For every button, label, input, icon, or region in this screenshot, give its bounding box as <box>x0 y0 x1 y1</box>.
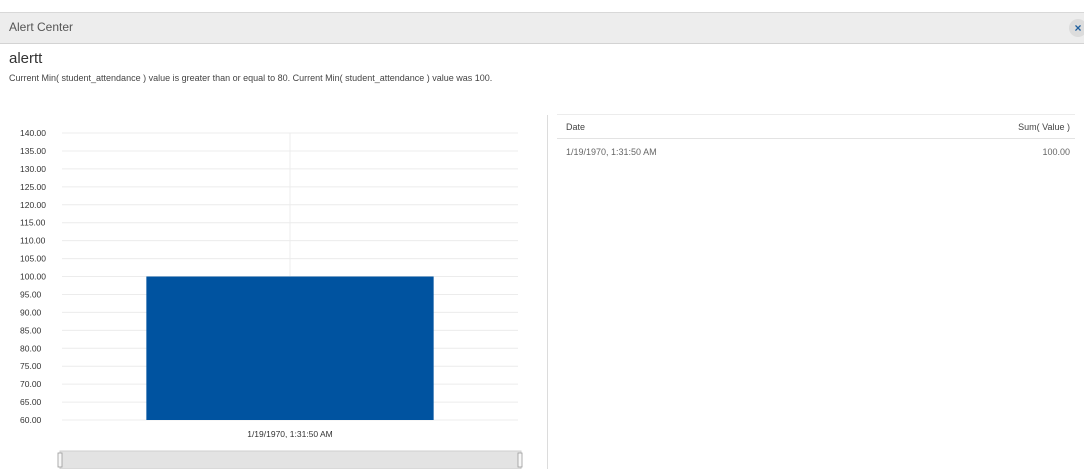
column-header-sum[interactable]: Sum( Value ) <box>1018 122 1070 132</box>
y-tick-label: 115.00 <box>20 218 46 228</box>
y-tick-label: 130.00 <box>20 164 46 174</box>
y-tick-label: 90.00 <box>20 307 42 317</box>
y-tick-label: 120.00 <box>20 200 46 210</box>
table-cell-date: 1/19/1970, 1:31:50 AM <box>566 147 657 157</box>
y-tick-label: 125.00 <box>20 182 46 192</box>
column-header-date[interactable]: Date <box>566 122 585 132</box>
y-tick-label: 135.00 <box>20 146 46 156</box>
window-header: Alert Center × <box>0 13 1084 44</box>
panel-divider <box>547 115 548 469</box>
table-top-line <box>557 114 1075 115</box>
top-border <box>0 0 1084 13</box>
scrollbar-right-handle[interactable] <box>517 452 523 468</box>
y-tick-label: 110.00 <box>20 236 46 246</box>
bar-chart: 140.00 135.00 130.00 125.00 120.00 115.00 110.… <box>20 128 523 469</box>
y-tick-label: 100.00 <box>20 272 46 282</box>
y-tick-label: 105.00 <box>20 254 46 264</box>
y-tick-label: 70.00 <box>20 379 42 389</box>
alert-message: Current Min( student_attendance ) value … <box>9 73 493 83</box>
scrollbar-left-handle[interactable] <box>57 452 63 468</box>
chart-container: 140.00 135.00 130.00 125.00 120.00 115.00 110.… <box>0 112 548 469</box>
range-scrollbar[interactable] <box>59 450 522 469</box>
y-tick-label: 75.00 <box>20 361 42 371</box>
y-tick-label: 60.00 <box>20 415 42 425</box>
y-tick-label: 80.00 <box>20 343 42 353</box>
y-tick-label: 140.00 <box>20 128 46 138</box>
table-header-line <box>557 138 1075 139</box>
y-tick-label: 85.00 <box>20 325 42 335</box>
alert-name: alertt <box>9 50 43 67</box>
bar <box>146 276 434 420</box>
x-tick-label: 1/19/1970, 1:31:50 AM <box>247 429 333 439</box>
window-title: Alert Center <box>9 20 74 34</box>
close-icon[interactable]: × <box>1069 19 1084 37</box>
y-tick-label: 95.00 <box>20 289 42 299</box>
table-cell-sum: 100.00 <box>1042 147 1070 157</box>
y-tick-label: 65.00 <box>20 397 42 407</box>
